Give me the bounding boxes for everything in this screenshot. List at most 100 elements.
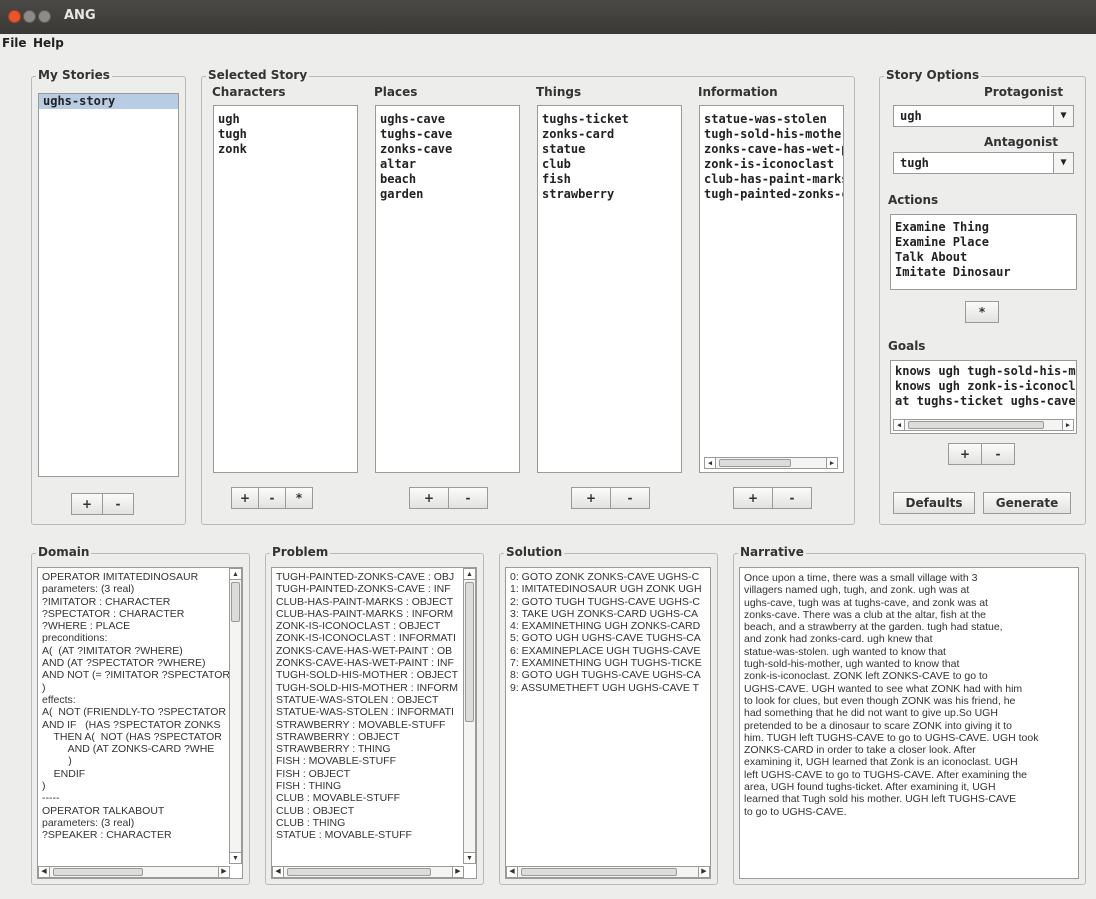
remove-thing-button[interactable]: -: [610, 487, 650, 509]
menu-file[interactable]: File: [2, 36, 27, 50]
list-item[interactable]: at tughs-ticket ughs-cave: [891, 394, 1076, 409]
scroll-thumb[interactable]: [521, 868, 677, 876]
list-item[interactable]: tughs-ticket: [538, 112, 681, 127]
scroll-right-icon[interactable]: ▶: [698, 867, 709, 877]
domain-vscrollbar[interactable]: ▲ ▼: [229, 568, 242, 864]
scroll-right-icon[interactable]: ▶: [218, 867, 229, 877]
defaults-button[interactable]: Defaults: [893, 492, 975, 514]
solution-textarea[interactable]: 0: GOTO ZONK ZONKS-CAVE UGHS-C 1: IMITAT…: [505, 567, 711, 879]
add-information-button[interactable]: +: [733, 487, 773, 509]
actions-list[interactable]: Examine Thing Examine Place Talk About I…: [890, 214, 1077, 290]
list-item[interactable]: zonk: [214, 142, 357, 157]
chevron-down-icon[interactable]: ▼: [1053, 106, 1073, 126]
list-item[interactable]: tugh-painted-zonks-cave: [700, 187, 843, 202]
information-hscrollbar[interactable]: ◀ ▶: [704, 457, 838, 469]
list-item[interactable]: ughs-cave: [376, 112, 519, 127]
scroll-thumb[interactable]: [465, 582, 474, 722]
scroll-down-icon[interactable]: ▼: [230, 852, 241, 863]
remove-information-button[interactable]: -: [772, 487, 812, 509]
chevron-down-icon[interactable]: ▼: [1053, 153, 1073, 173]
list-item[interactable]: Examine Thing: [891, 220, 1076, 235]
add-story-button[interactable]: +: [71, 493, 103, 515]
list-item[interactable]: zonks-card: [538, 127, 681, 142]
list-item[interactable]: strawberry: [538, 187, 681, 202]
story-item[interactable]: ughs-story: [39, 94, 178, 109]
remove-character-button[interactable]: -: [258, 487, 286, 509]
list-item[interactable]: knows ugh tugh-sold-his-mother: [891, 364, 1076, 379]
scroll-down-icon[interactable]: ▼: [464, 852, 475, 863]
narrative-textarea[interactable]: Once upon a time, there was a small vill…: [739, 567, 1079, 879]
minimize-window-button[interactable]: [23, 10, 36, 23]
information-list[interactable]: statue-was-stolen tugh-sold-his-mother z…: [699, 105, 844, 473]
scroll-up-icon[interactable]: ▲: [464, 569, 475, 580]
list-item[interactable]: Talk About: [891, 250, 1076, 265]
scroll-left-icon[interactable]: ◀: [39, 867, 50, 877]
characters-list[interactable]: ugh tugh zonk: [213, 105, 358, 473]
list-item[interactable]: tugh: [214, 127, 357, 142]
list-item[interactable]: statue: [538, 142, 681, 157]
list-item[interactable]: statue-was-stolen: [700, 112, 843, 127]
window-title: ANG: [64, 8, 96, 23]
antagonist-select[interactable]: tugh ▼: [893, 152, 1074, 174]
close-window-button[interactable]: [8, 10, 21, 23]
domain-title: Domain: [36, 545, 92, 559]
scroll-right-icon[interactable]: ▶: [452, 867, 463, 877]
list-item[interactable]: ugh: [214, 112, 357, 127]
things-list[interactable]: tughs-ticket zonks-card statue club fish…: [537, 105, 682, 473]
list-item[interactable]: zonks-cave-has-wet-paint: [700, 142, 843, 157]
scroll-thumb[interactable]: [287, 868, 431, 876]
problem-vscrollbar[interactable]: ▲ ▼: [463, 568, 476, 864]
solution-hscrollbar[interactable]: ◀ ▶: [506, 866, 710, 878]
list-item[interactable]: zonks-cave: [376, 142, 519, 157]
list-item[interactable]: knows ugh zonk-is-iconoclast: [891, 379, 1076, 394]
scroll-thumb[interactable]: [231, 582, 240, 622]
problem-textarea[interactable]: TUGH-PAINTED-ZONKS-CAVE : OBJ TUGH-PAINT…: [271, 567, 477, 879]
domain-textarea[interactable]: OPERATOR IMITATEDINOSAUR parameters: (3 …: [37, 567, 243, 879]
scroll-thumb[interactable]: [719, 459, 791, 467]
menu-help[interactable]: Help: [33, 36, 64, 50]
scroll-left-icon[interactable]: ◀: [273, 867, 284, 877]
edit-character-button[interactable]: *: [285, 487, 313, 509]
scroll-thumb[interactable]: [908, 421, 1044, 429]
list-item[interactable]: club-has-paint-marks: [700, 172, 843, 187]
remove-story-button[interactable]: -: [102, 493, 134, 515]
list-item[interactable]: tugh-sold-his-mother: [700, 127, 843, 142]
list-item[interactable]: club: [538, 157, 681, 172]
my-stories-panel: My Stories ughs-story + -: [31, 68, 186, 525]
list-item[interactable]: fish: [538, 172, 681, 187]
add-goal-button[interactable]: +: [948, 443, 982, 465]
list-item[interactable]: Imitate Dinosaur: [891, 265, 1076, 280]
remove-place-button[interactable]: -: [448, 487, 488, 509]
code-line: ?SPEAKER : CHARACTER: [42, 829, 172, 842]
scroll-left-icon[interactable]: ◀: [894, 420, 905, 430]
places-list[interactable]: ughs-cave tughs-cave zonks-cave altar be…: [375, 105, 520, 473]
remove-goal-button[interactable]: -: [981, 443, 1015, 465]
list-item[interactable]: altar: [376, 157, 519, 172]
generate-button[interactable]: Generate: [983, 492, 1071, 514]
stories-list[interactable]: ughs-story: [38, 93, 179, 477]
problem-hscrollbar[interactable]: ◀ ▶: [272, 866, 464, 878]
scroll-right-icon[interactable]: ▶: [1062, 420, 1073, 430]
scroll-left-icon[interactable]: ◀: [705, 458, 716, 468]
scroll-right-icon[interactable]: ▶: [826, 458, 837, 468]
scroll-up-icon[interactable]: ▲: [230, 569, 241, 580]
domain-hscrollbar[interactable]: ◀ ▶: [38, 866, 230, 878]
protagonist-select[interactable]: ugh ▼: [893, 105, 1074, 127]
list-item[interactable]: zonk-is-iconoclast: [700, 157, 843, 172]
list-item[interactable]: garden: [376, 187, 519, 202]
add-place-button[interactable]: +: [409, 487, 449, 509]
add-character-button[interactable]: +: [231, 487, 259, 509]
scroll-left-icon[interactable]: ◀: [507, 867, 518, 877]
list-item[interactable]: tughs-cave: [376, 127, 519, 142]
problem-panel: Problem TUGH-PAINTED-ZONKS-CAVE : OBJ TU…: [265, 545, 484, 885]
scroll-thumb[interactable]: [53, 868, 143, 876]
goals-hscrollbar[interactable]: ◀ ▶: [893, 419, 1074, 431]
maximize-window-button[interactable]: [38, 10, 51, 23]
code-line: parameters: (3 real): [42, 816, 135, 829]
list-item[interactable]: Examine Place: [891, 235, 1076, 250]
code-line: ): [42, 755, 72, 768]
edit-actions-button[interactable]: *: [965, 301, 999, 323]
add-thing-button[interactable]: +: [571, 487, 611, 509]
goals-list[interactable]: knows ugh tugh-sold-his-mother knows ugh…: [890, 360, 1077, 434]
list-item[interactable]: beach: [376, 172, 519, 187]
